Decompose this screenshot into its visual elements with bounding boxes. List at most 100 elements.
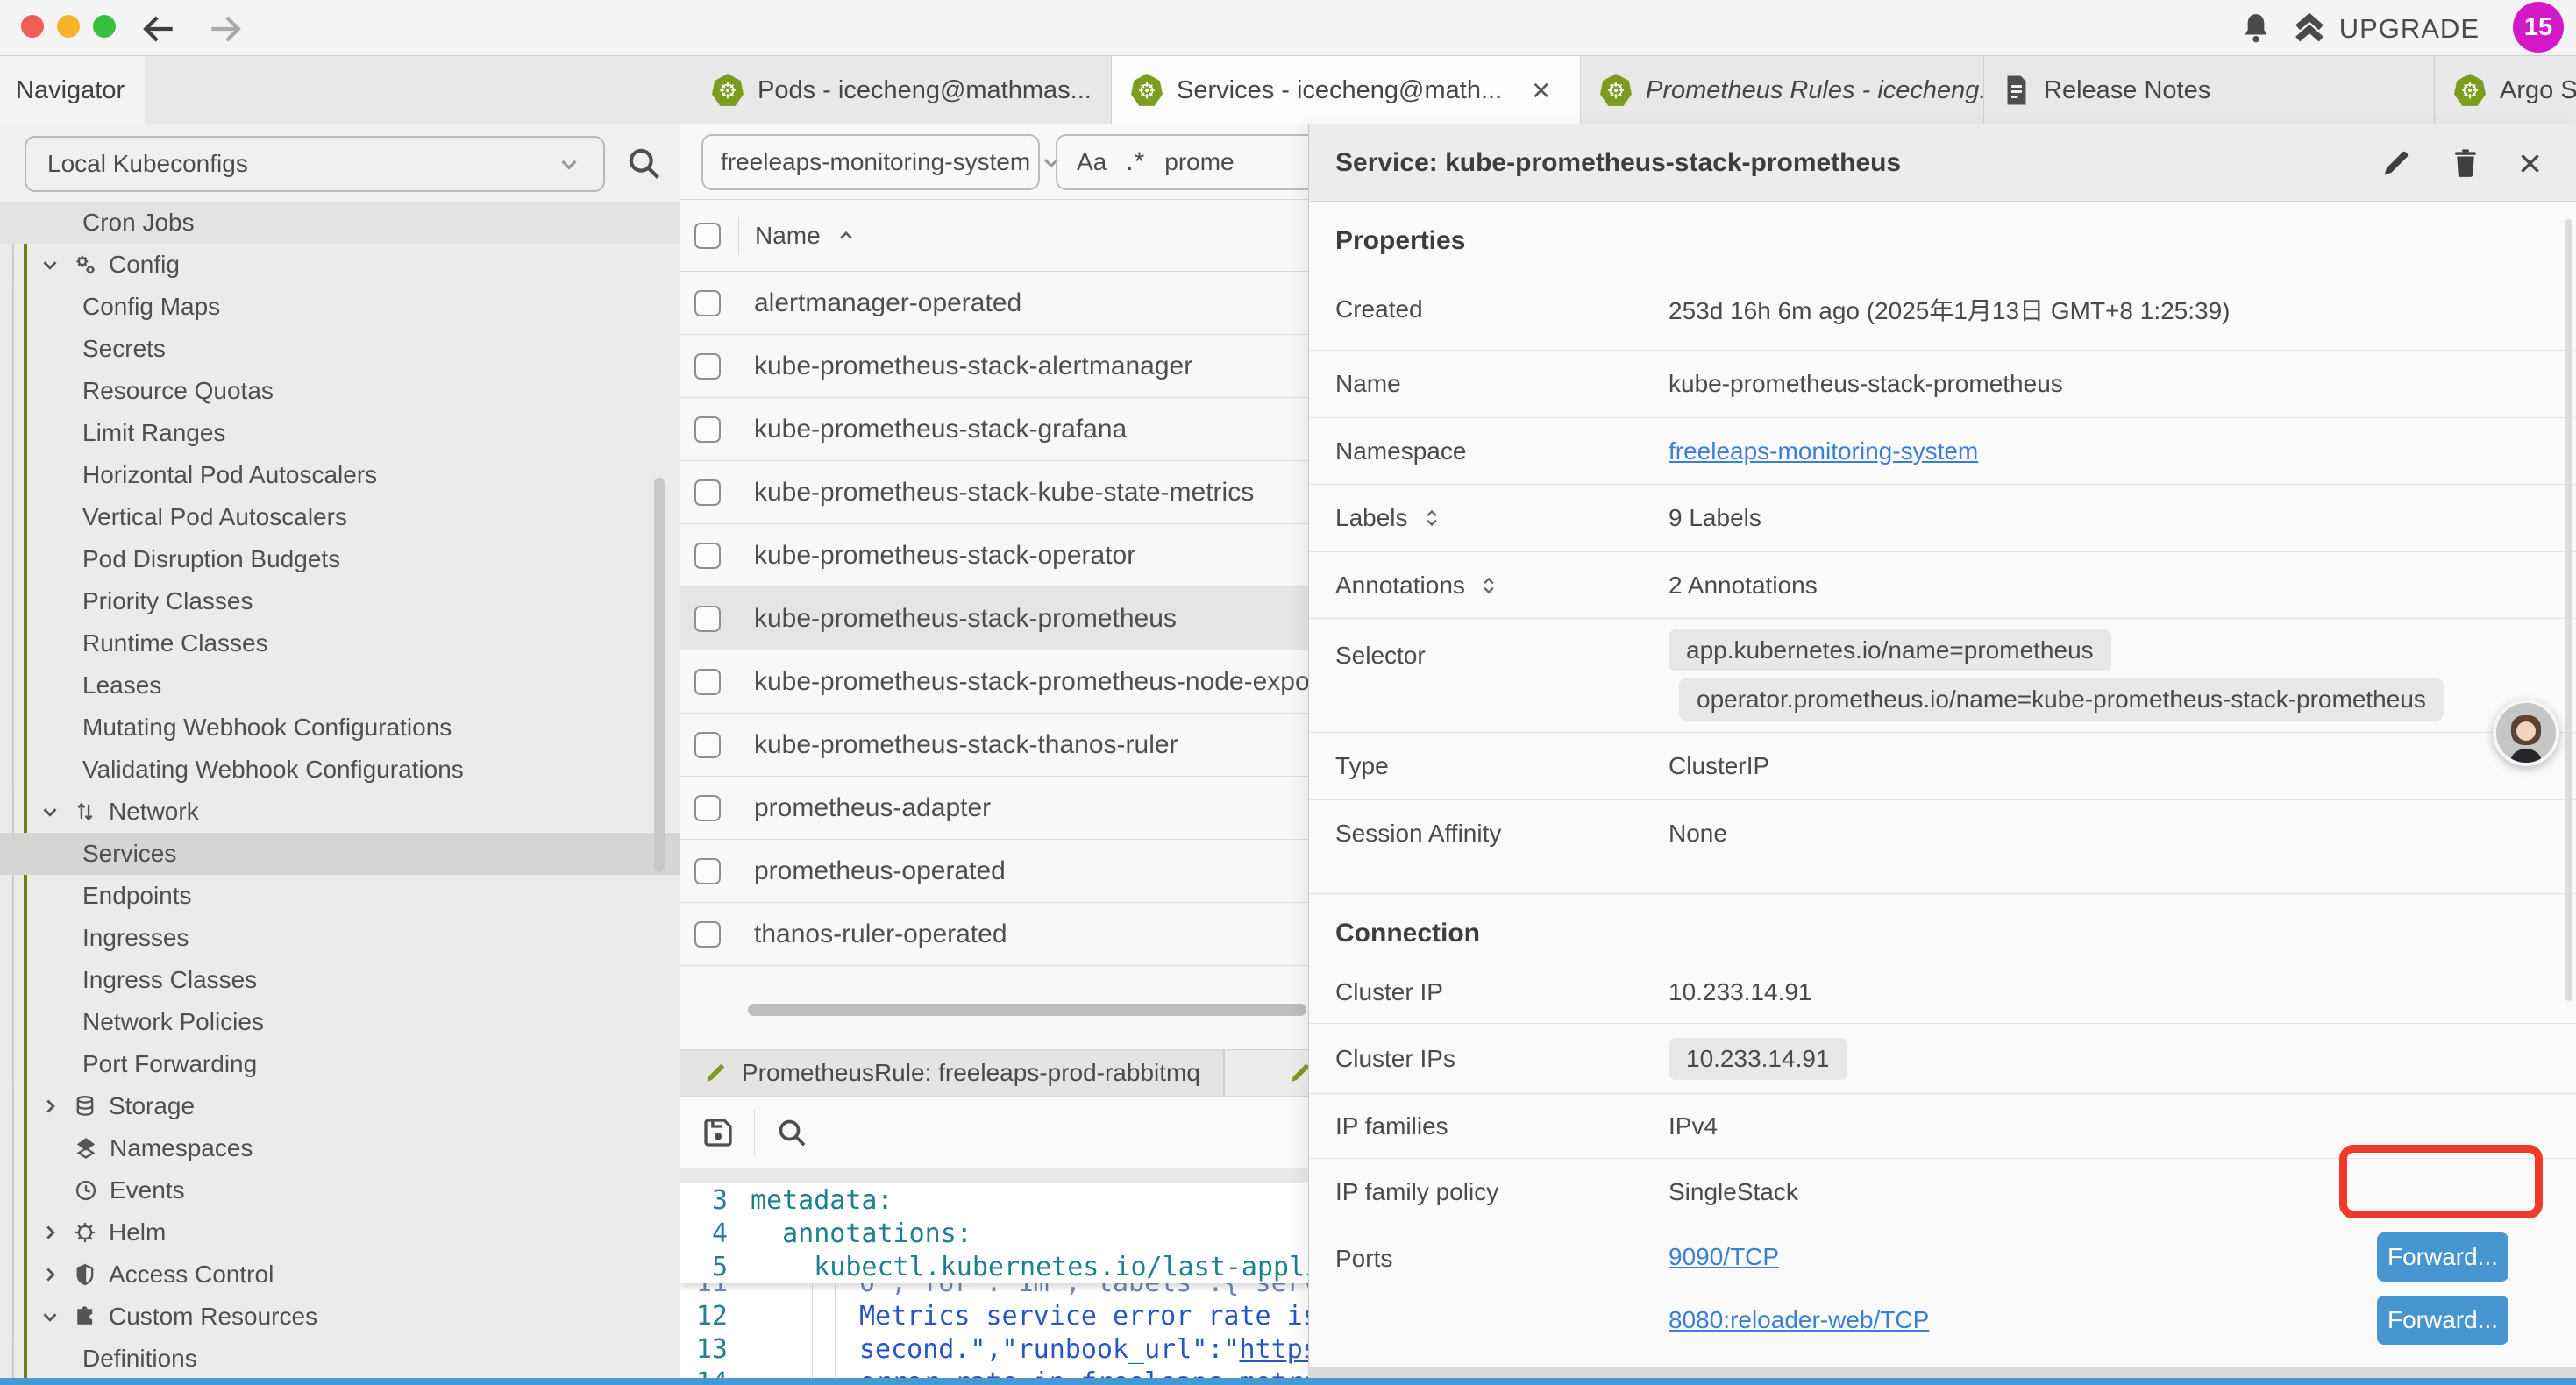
- sidebar-item-runtime-classes[interactable]: Runtime Classes: [27, 622, 680, 664]
- sidebar-item-resource-quotas[interactable]: Resource Quotas: [27, 370, 680, 412]
- chevron-down-icon[interactable]: [39, 1305, 61, 1328]
- list-item[interactable]: kube-prometheus-stack-thanos-ruler: [680, 714, 1308, 777]
- chevron-right-icon[interactable]: [39, 1263, 61, 1286]
- sidebar-item-network-policies[interactable]: Network Policies: [27, 1001, 680, 1043]
- kubeconfig-selector[interactable]: Local Kubeconfigs: [25, 136, 605, 192]
- sidebar-item-endpoints[interactable]: Endpoints: [27, 875, 680, 917]
- account-badge[interactable]: 15: [2513, 2, 2564, 53]
- list-item[interactable]: kube-prometheus-stack-prometheus-node-ex…: [680, 650, 1308, 714]
- tab-close-icon[interactable]: ×: [1532, 75, 1550, 106]
- sidebar-item-limit-ranges[interactable]: Limit Ranges: [27, 412, 680, 454]
- sidebar-search-icon[interactable]: [624, 144, 663, 182]
- sidebar-item-validating-webhook-configurations[interactable]: Validating Webhook Configurations: [27, 749, 680, 791]
- row-checkbox[interactable]: [694, 921, 721, 948]
- sidebar-item-helm[interactable]: Helm: [27, 1211, 680, 1254]
- row-checkbox[interactable]: [694, 606, 721, 632]
- delete-trash-icon[interactable]: [2450, 146, 2481, 180]
- list-item[interactable]: thanos-ruler-operated: [680, 903, 1308, 966]
- window-zoom-button[interactable]: [93, 15, 116, 38]
- notifications-bell-icon[interactable]: [2238, 11, 2274, 46]
- sidebar-item-cron-jobs[interactable]: Cron Jobs: [0, 202, 680, 244]
- chevron-down-icon[interactable]: [39, 800, 61, 823]
- code-link[interactable]: https://net: [1239, 1334, 1308, 1365]
- assistant-avatar[interactable]: [2493, 700, 2559, 766]
- list-item[interactable]: kube-prometheus-stack-operator: [680, 524, 1308, 587]
- list-search-input[interactable]: Aa .* prome: [1056, 134, 1319, 190]
- sidebar-item-network[interactable]: Network: [27, 791, 680, 833]
- sidebar-item-definitions[interactable]: Definitions: [27, 1338, 680, 1378]
- chevron-down-icon[interactable]: [39, 253, 61, 276]
- sidebar-item-ingresses[interactable]: Ingresses: [27, 917, 680, 959]
- editor-search-icon[interactable]: [774, 1115, 809, 1150]
- sidebar-item-custom-resources[interactable]: Custom Resources: [27, 1296, 680, 1338]
- tab-services[interactable]: Services - icecheng@math... ×: [1112, 56, 1581, 124]
- sidebar-item-secrets[interactable]: Secrets: [27, 328, 680, 370]
- list-item[interactable]: alertmanager-operated: [680, 272, 1308, 335]
- row-checkbox[interactable]: [694, 290, 721, 316]
- back-arrow-icon[interactable]: [140, 11, 177, 47]
- row-checkbox[interactable]: [694, 416, 721, 443]
- select-all-checkbox[interactable]: [694, 223, 721, 249]
- list-item[interactable]: kube-prometheus-stack-kube-state-metrics: [680, 461, 1308, 524]
- forward-button-9090[interactable]: Forward...: [2377, 1232, 2508, 1282]
- edit-pencil-icon[interactable]: [2380, 146, 2413, 180]
- sidebar-item-vertical-pod-autoscalers[interactable]: Vertical Pod Autoscalers: [27, 496, 680, 538]
- sidebar-item-namespaces[interactable]: Namespaces: [27, 1127, 680, 1169]
- sidebar-item-port-forwarding[interactable]: Port Forwarding: [27, 1043, 680, 1085]
- port-link-8080[interactable]: 8080:reloader-web/TCP: [1669, 1306, 1929, 1334]
- expand-collapse-icon[interactable]: [1420, 507, 1443, 529]
- expand-collapse-icon[interactable]: [1477, 574, 1500, 597]
- sidebar-item-services[interactable]: Services: [0, 833, 680, 875]
- row-checkbox[interactable]: [694, 732, 721, 758]
- sidebar-item-priority-classes[interactable]: Priority Classes: [27, 580, 680, 622]
- navigator-header[interactable]: Navigator: [0, 56, 145, 124]
- editor-tab-prometheusrule[interactable]: PrometheusRule: freeleaps-prod-rabbitmq: [680, 1050, 1224, 1096]
- sidebar-scrollbar[interactable]: [654, 478, 665, 872]
- sidebar-item-config[interactable]: Config: [27, 244, 680, 286]
- namespace-selector[interactable]: freeleaps-monitoring-system: [701, 134, 1040, 190]
- row-checkbox[interactable]: [694, 795, 721, 821]
- sort-ascending-icon[interactable]: [835, 224, 857, 247]
- list-item[interactable]: kube-prometheus-stack-alertmanager: [680, 335, 1308, 398]
- match-case-toggle[interactable]: Aa: [1077, 148, 1107, 176]
- chevron-right-icon[interactable]: [39, 1095, 61, 1118]
- row-checkbox[interactable]: [694, 858, 721, 884]
- list-item-selected[interactable]: kube-prometheus-stack-prometheus: [680, 587, 1308, 650]
- close-icon[interactable]: ×: [2518, 143, 2542, 183]
- forward-button-8080[interactable]: Forward...: [2377, 1296, 2508, 1345]
- row-checkbox[interactable]: [694, 669, 721, 695]
- horizontal-scrollbar[interactable]: [748, 1004, 1306, 1016]
- sidebar-item-events[interactable]: Events: [27, 1169, 680, 1211]
- sidebar-item-ingress-classes[interactable]: Ingress Classes: [27, 959, 680, 1001]
- save-icon[interactable]: [700, 1114, 737, 1151]
- window-close-button[interactable]: [21, 15, 44, 38]
- sidebar-item-leases[interactable]: Leases: [27, 664, 680, 707]
- yaml-editor[interactable]: 3metadata: 4 annotations: 5 kubectl.kube…: [680, 1183, 1308, 1378]
- row-checkbox[interactable]: [694, 353, 721, 380]
- name-column-header[interactable]: Name: [755, 222, 821, 250]
- regex-toggle[interactable]: .*: [1126, 147, 1145, 177]
- sidebar-item-config-maps[interactable]: Config Maps: [27, 286, 680, 328]
- sidebar-item-storage[interactable]: Storage: [27, 1085, 680, 1127]
- row-checkbox[interactable]: [694, 543, 721, 569]
- detail-scrollbar[interactable]: [2565, 219, 2572, 1001]
- forward-arrow-icon[interactable]: [207, 11, 244, 47]
- sidebar-item-access-control[interactable]: Access Control: [27, 1254, 680, 1296]
- list-item[interactable]: kube-prometheus-stack-grafana: [680, 398, 1308, 461]
- port-link-9090[interactable]: 9090/TCP: [1669, 1243, 1779, 1271]
- list-item[interactable]: prometheus-operated: [680, 840, 1308, 903]
- tab-release-notes[interactable]: Release Notes: [1984, 56, 2435, 124]
- row-checkbox[interactable]: [694, 479, 721, 506]
- namespace-link[interactable]: freeleaps-monitoring-system: [1669, 437, 1978, 465]
- chevron-right-icon[interactable]: [39, 1221, 61, 1244]
- sidebar-item-mutating-webhook-configurations[interactable]: Mutating Webhook Configurations: [27, 707, 680, 749]
- tab-prometheus-rules[interactable]: Prometheus Rules - icecheng...: [1581, 56, 1984, 124]
- upgrade-button[interactable]: UPGRADE: [2292, 11, 2480, 46]
- tab-pods[interactable]: Pods - icecheng@mathmas...: [693, 56, 1112, 124]
- list-item[interactable]: prometheus-adapter: [680, 777, 1308, 840]
- tab-argo[interactable]: Argo Se: [2435, 56, 2576, 124]
- sidebar-item-horizontal-pod-autoscalers[interactable]: Horizontal Pod Autoscalers: [27, 454, 680, 496]
- window-minimize-button[interactable]: [57, 15, 80, 38]
- editor-tab-next[interactable]: [1224, 1050, 1313, 1096]
- sidebar-item-pod-disruption-budgets[interactable]: Pod Disruption Budgets: [27, 538, 680, 580]
